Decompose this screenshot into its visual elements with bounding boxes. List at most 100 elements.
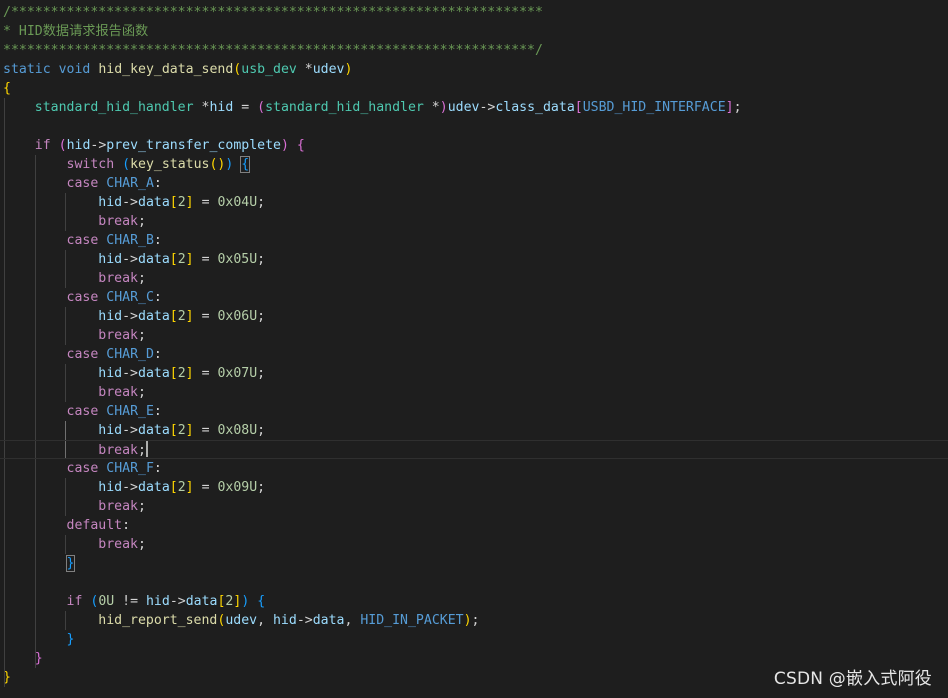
code-token: hid xyxy=(145,594,170,609)
code-token: USBD_HID_INTERFACE xyxy=(582,100,726,115)
code-line[interactable]: case CHAR_E: xyxy=(0,402,948,421)
code-token: break xyxy=(98,214,138,229)
code-token: standard_hid_handler xyxy=(34,100,194,115)
code-line[interactable]: { xyxy=(0,79,948,98)
code-line[interactable]: break; xyxy=(0,440,948,459)
code-line[interactable]: break; xyxy=(0,269,948,288)
code-token: ; xyxy=(137,499,146,514)
code-token: -> xyxy=(122,423,138,438)
code-token: udev xyxy=(312,62,345,77)
code-line[interactable]: break; xyxy=(0,212,948,231)
code-token: != xyxy=(114,594,146,609)
code-token: hid xyxy=(98,195,123,210)
code-line[interactable]: break; xyxy=(0,326,948,345)
code-token: 0x07U xyxy=(217,366,258,381)
code-token: = xyxy=(193,480,218,495)
indent-guide xyxy=(4,459,5,478)
code-token: } xyxy=(34,651,43,666)
code-line[interactable]: break; xyxy=(0,535,948,554)
code-token: -> xyxy=(479,100,496,115)
code-line[interactable]: if (hid->prev_transfer_complete) { xyxy=(0,136,948,155)
code-token: hid xyxy=(98,309,123,324)
code-line[interactable]: standard_hid_handler *hid = (standard_hi… xyxy=(0,98,948,117)
indent-guide xyxy=(34,535,36,554)
code-token: ) xyxy=(344,62,353,77)
code-token: -> xyxy=(122,366,138,381)
code-line[interactable]: case CHAR_D: xyxy=(0,345,948,364)
code-line[interactable]: } xyxy=(0,630,948,649)
code-token: data xyxy=(185,594,218,609)
code-token: hid xyxy=(98,366,123,381)
code-line[interactable] xyxy=(0,117,948,136)
code-token: 2 xyxy=(177,366,186,381)
code-line[interactable]: break; xyxy=(0,383,948,402)
code-line[interactable]: break; xyxy=(0,497,948,516)
code-line[interactable]: hid_report_send(udev, hid->data, HID_IN_… xyxy=(0,611,948,630)
code-token: = xyxy=(193,195,218,210)
code-token: case xyxy=(66,461,99,476)
code-token: data xyxy=(138,309,170,324)
code-line[interactable] xyxy=(0,573,948,592)
code-line[interactable]: hid->data[2] = 0x06U; xyxy=(0,307,948,326)
code-token: data xyxy=(138,195,170,210)
code-token: ) xyxy=(280,138,289,153)
code-line[interactable]: hid->data[2] = 0x07U; xyxy=(0,364,948,383)
code-token: data xyxy=(312,613,345,628)
code-line[interactable]: ****************************************… xyxy=(0,41,948,60)
code-token: { xyxy=(240,156,251,173)
code-token: ; xyxy=(257,366,266,381)
indent-guide xyxy=(4,193,5,212)
code-token: 2 xyxy=(177,195,186,210)
code-line[interactable]: * HID数据请求报告函数 xyxy=(0,22,948,41)
indent-guide xyxy=(4,535,5,554)
code-token: CHAR_D xyxy=(106,347,154,362)
code-line[interactable]: case CHAR_C: xyxy=(0,288,948,307)
code-token: break xyxy=(98,328,138,343)
code-token: : xyxy=(153,290,162,305)
code-line[interactable]: hid->data[2] = 0x09U; xyxy=(0,478,948,497)
code-token: [ xyxy=(169,309,178,324)
code-line[interactable]: /***************************************… xyxy=(0,3,948,22)
indent-guide xyxy=(65,441,67,458)
code-token: } xyxy=(65,555,76,572)
code-token: ; xyxy=(257,252,266,267)
code-token: 2 xyxy=(177,252,186,267)
indent-guide xyxy=(4,497,5,516)
indent-guide xyxy=(34,497,36,516)
indent-guide xyxy=(4,364,5,383)
code-token: ( xyxy=(257,100,266,115)
code-token: void xyxy=(58,62,91,77)
code-token: } xyxy=(66,632,75,647)
code-token: * xyxy=(423,100,440,115)
indent-guide xyxy=(34,155,36,174)
code-line[interactable]: case CHAR_A: xyxy=(0,174,948,193)
code-line[interactable]: } xyxy=(0,554,948,573)
code-line[interactable]: case CHAR_F: xyxy=(0,459,948,478)
code-token: 0x06U xyxy=(217,309,258,324)
indent-guide xyxy=(34,421,36,440)
code-line[interactable]: case CHAR_B: xyxy=(0,231,948,250)
code-line[interactable]: static void hid_key_data_send(usb_dev *u… xyxy=(0,60,948,79)
code-line[interactable]: hid->data[2] = 0x04U; xyxy=(0,193,948,212)
code-token: () xyxy=(209,157,226,172)
code-token: -> xyxy=(122,309,138,324)
code-editor[interactable]: /***************************************… xyxy=(0,3,948,695)
code-token: case xyxy=(66,290,99,305)
code-line[interactable]: if (0U != hid->data[2]) { xyxy=(0,592,948,611)
code-token: ; xyxy=(257,480,266,495)
code-token: -> xyxy=(90,138,107,153)
code-token: class_data xyxy=(495,100,575,115)
code-line[interactable]: switch (key_status()) { xyxy=(0,155,948,174)
code-token: CHAR_C xyxy=(106,290,154,305)
code-line[interactable]: hid->data[2] = 0x08U; xyxy=(0,421,948,440)
indent-guide xyxy=(34,630,36,649)
code-token: HID_IN_PACKET xyxy=(360,613,464,628)
indent-guide xyxy=(65,250,67,269)
code-line[interactable]: default: xyxy=(0,516,948,535)
code-line[interactable]: hid->data[2] = 0x05U; xyxy=(0,250,948,269)
